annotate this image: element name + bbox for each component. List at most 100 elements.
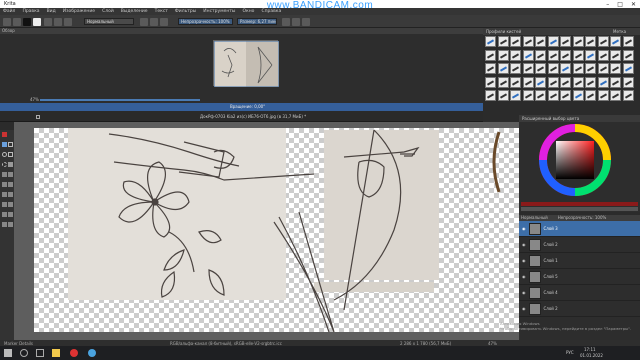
visibility-icon[interactable]: ◉ xyxy=(522,258,526,263)
size-slider[interactable]: Размер: 6,27 пикс. xyxy=(237,18,277,25)
maximize-button[interactable]: □ xyxy=(617,1,623,8)
lasso-tool-icon[interactable] xyxy=(2,222,7,227)
brush-preset-tile[interactable] xyxy=(622,36,634,47)
brush-preset-tile[interactable] xyxy=(485,90,496,101)
brush-preset-tile[interactable] xyxy=(522,36,534,47)
layer-row[interactable]: ◉ Слой 5 xyxy=(519,269,640,285)
status-zoom[interactable]: 47% xyxy=(488,341,497,346)
reload-preset-icon[interactable] xyxy=(160,17,168,26)
brush-preset-tile[interactable] xyxy=(535,63,546,74)
brush-preset-tile[interactable] xyxy=(510,76,521,88)
brush-preset-tile[interactable] xyxy=(485,76,496,88)
brush-preset-tile[interactable] xyxy=(522,90,534,101)
pan-tool-icon[interactable] xyxy=(2,202,7,207)
brush-preset-tile[interactable] xyxy=(522,76,534,88)
search-icon[interactable] xyxy=(20,349,28,357)
clock-date[interactable]: 01.01.2022 xyxy=(580,353,603,358)
mirror-horizontal-icon[interactable] xyxy=(282,17,290,26)
bandicam-icon[interactable] xyxy=(70,349,78,357)
crop-tool-icon[interactable] xyxy=(8,182,13,187)
tab-close-icon[interactable] xyxy=(36,115,40,119)
brush-preset-tile[interactable] xyxy=(572,90,584,101)
foreground-color-swatch[interactable] xyxy=(23,17,31,26)
brush-preset-tile[interactable] xyxy=(547,63,559,74)
menu-image[interactable]: Изображение xyxy=(63,9,95,14)
brush-preset-tile[interactable] xyxy=(522,49,534,61)
color-picker-icon[interactable] xyxy=(8,202,13,207)
brush-preset-tile[interactable] xyxy=(547,90,559,101)
canvas-area[interactable] xyxy=(14,122,519,340)
brush-preset-tile[interactable] xyxy=(497,76,509,88)
mirror-vertical-icon[interactable] xyxy=(292,17,300,26)
language-indicator[interactable]: РУС xyxy=(566,350,574,355)
krita-icon[interactable] xyxy=(88,349,96,357)
visibility-icon[interactable]: ◉ xyxy=(522,226,526,231)
open-document-icon[interactable] xyxy=(13,17,21,26)
visibility-icon[interactable]: ◉ xyxy=(522,274,526,279)
menu-select[interactable]: Выделение xyxy=(121,9,148,14)
visibility-icon[interactable]: ◉ xyxy=(522,306,526,311)
brush-preset-tile[interactable] xyxy=(622,63,634,74)
visibility-icon[interactable]: ◉ xyxy=(522,290,526,295)
brush-preset-tile[interactable] xyxy=(597,90,609,101)
brush-preset-tile[interactable] xyxy=(597,76,609,88)
zoom-tool-icon[interactable] xyxy=(8,192,13,197)
gradient-icon[interactable] xyxy=(44,17,52,26)
close-button[interactable]: ✕ xyxy=(631,1,636,8)
transform-tool-icon[interactable] xyxy=(2,182,7,187)
menu-help[interactable]: Справка xyxy=(261,9,281,14)
rect-select-icon[interactable] xyxy=(8,152,13,157)
menu-text[interactable]: Текст xyxy=(155,9,168,14)
brush-preset-tile[interactable] xyxy=(622,90,634,101)
menu-tools[interactable]: Инструменты xyxy=(203,9,235,14)
freehand-brush-icon[interactable] xyxy=(2,142,7,147)
magic-wand-icon[interactable] xyxy=(8,222,13,227)
menu-filters[interactable]: Фильтры xyxy=(175,9,196,14)
brush-preset-tile[interactable] xyxy=(560,90,571,101)
brush-preset-tile[interactable] xyxy=(572,49,584,61)
ellipse-select-icon[interactable] xyxy=(2,162,7,167)
brush-preset-tile[interactable] xyxy=(510,49,521,61)
brush-preset-tile[interactable] xyxy=(535,49,546,61)
brush-preset-tile[interactable] xyxy=(622,76,634,88)
brush-preset-tile[interactable] xyxy=(585,76,596,88)
move-tool-icon[interactable] xyxy=(8,172,13,177)
windows-start-icon[interactable] xyxy=(4,349,12,357)
visibility-icon[interactable]: ◉ xyxy=(522,242,526,247)
brush-preset-tile[interactable] xyxy=(547,76,559,88)
layer-row[interactable]: ◉ Слой 3 xyxy=(519,221,640,237)
select-shapes-icon[interactable] xyxy=(2,132,7,137)
explorer-icon[interactable] xyxy=(52,349,60,357)
brush-preset-tile[interactable] xyxy=(610,49,621,61)
menu-file[interactable]: Файл xyxy=(3,9,15,14)
menu-layer[interactable]: Слой xyxy=(102,9,114,14)
brush-preset-tile[interactable] xyxy=(535,76,546,88)
pattern-icon[interactable] xyxy=(54,17,62,26)
brush-preset-tile[interactable] xyxy=(560,63,571,74)
ellipse-icon[interactable] xyxy=(2,152,7,157)
minimize-button[interactable]: – xyxy=(606,1,609,8)
brush-preset-tile[interactable] xyxy=(547,36,559,47)
brush-preset-tile[interactable] xyxy=(610,63,621,74)
brush-preset-tile[interactable] xyxy=(485,36,496,47)
brush-preset-tile[interactable] xyxy=(522,63,534,74)
task-view-icon[interactable] xyxy=(36,349,44,357)
brush-preset-tile[interactable] xyxy=(572,76,584,88)
brush-preset-tile[interactable] xyxy=(560,76,571,88)
brush-preset-tile[interactable] xyxy=(585,49,596,61)
color-wheel[interactable] xyxy=(519,122,640,212)
layers-blend-mode[interactable]: Нормальный xyxy=(521,215,548,221)
overview-zoom-slider[interactable] xyxy=(40,99,200,101)
brush-preset-tile[interactable] xyxy=(622,49,634,61)
brush-preset-tile[interactable] xyxy=(572,63,584,74)
fill-icon[interactable] xyxy=(8,162,13,167)
overview-thumbnail[interactable] xyxy=(213,40,280,88)
brush-preset-tile[interactable] xyxy=(560,36,571,47)
brush-tag-select[interactable]: Метка xyxy=(613,29,626,34)
eraser-icon[interactable] xyxy=(140,17,148,26)
brush-preset-tile[interactable] xyxy=(560,49,571,61)
gradient-tool-icon[interactable] xyxy=(2,172,7,177)
background-color-swatch[interactable] xyxy=(33,17,41,26)
brush-preset-tile[interactable] xyxy=(497,63,509,74)
layer-row[interactable]: ◉ Слой 4 xyxy=(519,285,640,301)
